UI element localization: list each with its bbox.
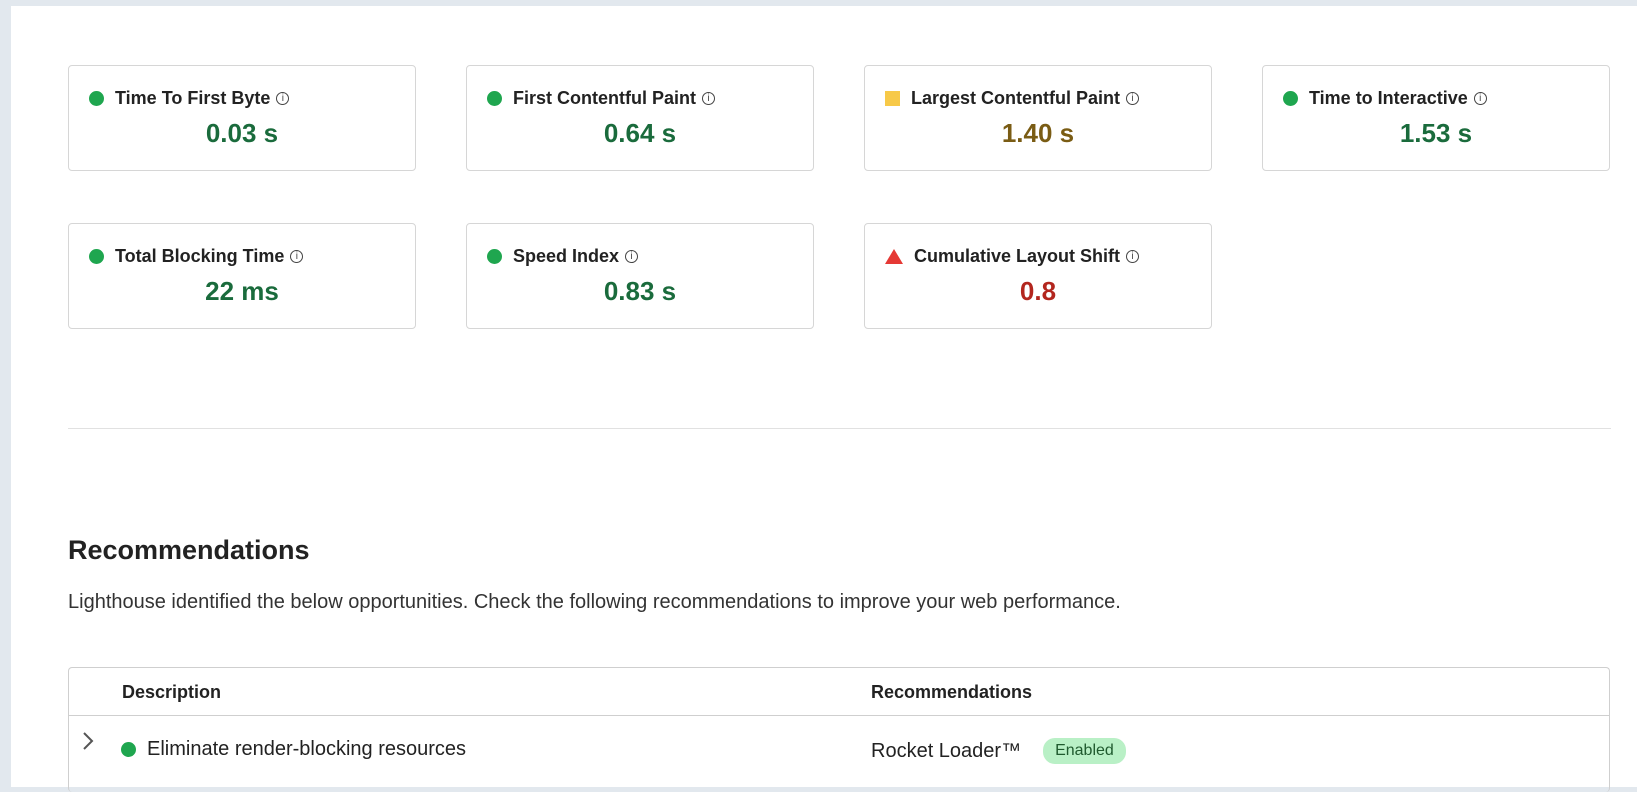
status-good-icon bbox=[487, 91, 502, 106]
metric-card-cls: Cumulative Layout Shift i 0.8 bbox=[864, 223, 1212, 329]
metric-label: Largest Contentful Paint bbox=[911, 88, 1121, 108]
metric-label: Time To First Byte bbox=[115, 88, 271, 108]
metric-value: 0.03 s bbox=[205, 118, 279, 148]
info-icon[interactable]: i bbox=[1126, 250, 1140, 263]
metric-header: Speed Index i bbox=[487, 246, 639, 267]
metric-label: Time to Interactive bbox=[1309, 88, 1468, 108]
metric-header: Time To First Byte i bbox=[89, 88, 290, 109]
chevron-right-icon[interactable] bbox=[81, 730, 95, 752]
metric-value: 0.83 s bbox=[603, 276, 677, 306]
metric-header: Total Blocking Time i bbox=[89, 246, 304, 267]
recommendations-table: Description Recommendations Eliminate re… bbox=[68, 667, 1610, 792]
info-icon[interactable]: i bbox=[290, 250, 304, 263]
row-description: Eliminate render-blocking resources bbox=[121, 738, 466, 761]
metric-card-tti: Time to Interactive i 1.53 s bbox=[1262, 65, 1610, 171]
column-header-description: Description bbox=[122, 682, 222, 702]
status-good-icon bbox=[121, 742, 136, 757]
row-description-text: Eliminate render-blocking resources bbox=[147, 738, 467, 760]
status-badge: Enabled bbox=[1043, 738, 1126, 764]
metric-header: Cumulative Layout Shift i bbox=[885, 246, 1140, 267]
column-header-recommendations: Recommendations bbox=[871, 682, 1033, 702]
status-good-icon bbox=[487, 249, 502, 264]
status-warning-icon bbox=[885, 91, 900, 106]
metric-label: Total Blocking Time bbox=[115, 246, 285, 266]
status-good-icon bbox=[1283, 91, 1298, 106]
metric-label: Speed Index bbox=[513, 246, 620, 266]
metric-card-ttfb: Time To First Byte i 0.03 s bbox=[68, 65, 416, 171]
metric-header: First Contentful Paint i bbox=[487, 88, 715, 109]
info-icon[interactable]: i bbox=[1473, 92, 1487, 105]
row-recommendation-text[interactable]: Rocket Loader™ bbox=[871, 740, 1021, 763]
section-divider bbox=[68, 428, 1611, 429]
metric-value: 1.53 s bbox=[1399, 118, 1473, 148]
metric-header: Largest Contentful Paint i bbox=[885, 88, 1140, 109]
status-good-icon bbox=[89, 91, 104, 106]
recommendations-title: Recommendations bbox=[68, 535, 310, 565]
metric-header: Time to Interactive i bbox=[1283, 88, 1487, 109]
info-icon[interactable]: i bbox=[276, 92, 290, 105]
metric-value: 22 ms bbox=[205, 276, 279, 306]
status-poor-icon bbox=[885, 249, 903, 264]
metric-card-lcp: Largest Contentful Paint i 1.40 s bbox=[864, 65, 1212, 171]
table-header: Description Recommendations bbox=[69, 668, 1609, 716]
info-icon[interactable]: i bbox=[1126, 92, 1140, 105]
recommendations-subtitle: Lighthouse identified the below opportun… bbox=[68, 591, 1121, 613]
table-row[interactable]: Eliminate render-blocking resources Rock… bbox=[69, 716, 1609, 776]
metric-label: First Contentful Paint bbox=[513, 88, 696, 108]
metric-card-si: Speed Index i 0.83 s bbox=[466, 223, 814, 329]
info-icon[interactable]: i bbox=[625, 250, 639, 263]
row-recommendation: Rocket Loader™ Enabled bbox=[871, 738, 1126, 764]
metric-value: 0.8 bbox=[1019, 276, 1057, 306]
info-icon[interactable]: i bbox=[702, 92, 715, 105]
metric-card-tbt: Total Blocking Time i 22 ms bbox=[68, 223, 416, 329]
metric-card-fcp: First Contentful Paint i 0.64 s bbox=[466, 65, 814, 171]
metric-value: 0.64 s bbox=[603, 118, 677, 148]
status-good-icon bbox=[89, 249, 104, 264]
metric-value: 1.40 s bbox=[1001, 118, 1075, 148]
metric-label: Cumulative Layout Shift bbox=[914, 246, 1121, 266]
